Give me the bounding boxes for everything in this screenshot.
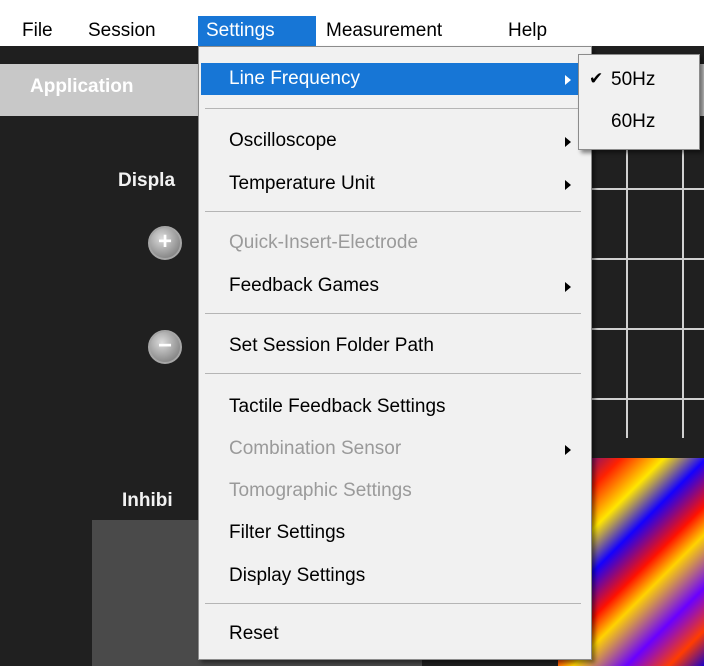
submenu-arrow-icon bbox=[565, 282, 571, 292]
grid-line bbox=[682, 148, 684, 438]
line-frequency-submenu: ✔ 50Hz 60Hz bbox=[578, 54, 700, 150]
inhibit-label: Inhibi bbox=[122, 490, 173, 511]
line-frequency-option-60hz[interactable]: 60Hz bbox=[579, 107, 699, 137]
submenu-arrow-icon bbox=[565, 180, 571, 190]
zoom-out-button[interactable]: − bbox=[148, 330, 182, 364]
menu-separator bbox=[205, 313, 581, 314]
menu-item-label: Temperature Unit bbox=[229, 173, 375, 194]
menu-item-label: Quick-Insert-Electrode bbox=[229, 232, 419, 253]
menu-item-temperature-unit[interactable]: Temperature Unit bbox=[201, 168, 589, 200]
settings-dropdown: Line Frequency Oscilloscope Temperature … bbox=[198, 46, 592, 660]
menu-measurement[interactable]: Measurement bbox=[318, 16, 450, 46]
menu-item-label: Tactile Feedback Settings bbox=[229, 396, 446, 417]
menu-item-tactile-feedback-settings[interactable]: Tactile Feedback Settings bbox=[201, 391, 589, 423]
submenu-arrow-icon bbox=[565, 75, 571, 85]
option-label: 50Hz bbox=[611, 69, 656, 90]
display-label: Displa bbox=[118, 170, 176, 191]
menu-item-label: Feedback Games bbox=[229, 275, 379, 296]
menu-item-line-frequency[interactable]: Line Frequency bbox=[201, 63, 589, 95]
menu-item-label: Reset bbox=[229, 623, 279, 644]
menu-separator bbox=[205, 373, 581, 374]
menu-item-label: Filter Settings bbox=[229, 522, 346, 543]
menu-item-label: Tomographic Settings bbox=[229, 480, 412, 501]
menu-separator bbox=[205, 603, 581, 604]
menu-bar: File Session Settings Measurement Help bbox=[0, 0, 704, 46]
menu-help[interactable]: Help bbox=[500, 16, 555, 46]
menu-item-set-session-folder-path[interactable]: Set Session Folder Path bbox=[201, 330, 589, 362]
menu-file[interactable]: File bbox=[14, 16, 61, 46]
checkmark-icon: ✔ bbox=[589, 69, 604, 88]
menu-session[interactable]: Session bbox=[80, 16, 164, 46]
menu-item-filter-settings[interactable]: Filter Settings bbox=[201, 517, 589, 549]
grid-line bbox=[626, 148, 628, 438]
menu-item-feedback-games[interactable]: Feedback Games bbox=[201, 270, 589, 302]
menu-item-label: Oscilloscope bbox=[229, 130, 337, 151]
menu-item-quick-insert-electrode: Quick-Insert-Electrode bbox=[201, 227, 589, 259]
submenu-arrow-icon bbox=[565, 137, 571, 147]
menu-item-combination-sensor: Combination Sensor bbox=[201, 433, 589, 465]
submenu-arrow-icon bbox=[565, 445, 571, 455]
menu-item-reset[interactable]: Reset bbox=[201, 618, 589, 650]
option-label: 60Hz bbox=[611, 111, 656, 132]
menu-item-label: Combination Sensor bbox=[229, 438, 402, 459]
line-frequency-option-50hz[interactable]: ✔ 50Hz bbox=[579, 65, 699, 95]
menu-item-label: Display Settings bbox=[229, 565, 366, 586]
menu-item-label: Line Frequency bbox=[229, 68, 360, 89]
menu-separator bbox=[205, 211, 581, 212]
menu-item-tomographic-settings: Tomographic Settings bbox=[201, 475, 589, 507]
menu-item-display-settings[interactable]: Display Settings bbox=[201, 560, 589, 592]
application-title: Application bbox=[30, 76, 134, 97]
menu-settings[interactable]: Settings bbox=[198, 16, 316, 46]
menu-item-label: Set Session Folder Path bbox=[229, 335, 434, 356]
menu-separator bbox=[205, 108, 581, 109]
menu-item-oscilloscope[interactable]: Oscilloscope bbox=[201, 125, 589, 157]
zoom-in-button[interactable]: + bbox=[148, 226, 182, 260]
